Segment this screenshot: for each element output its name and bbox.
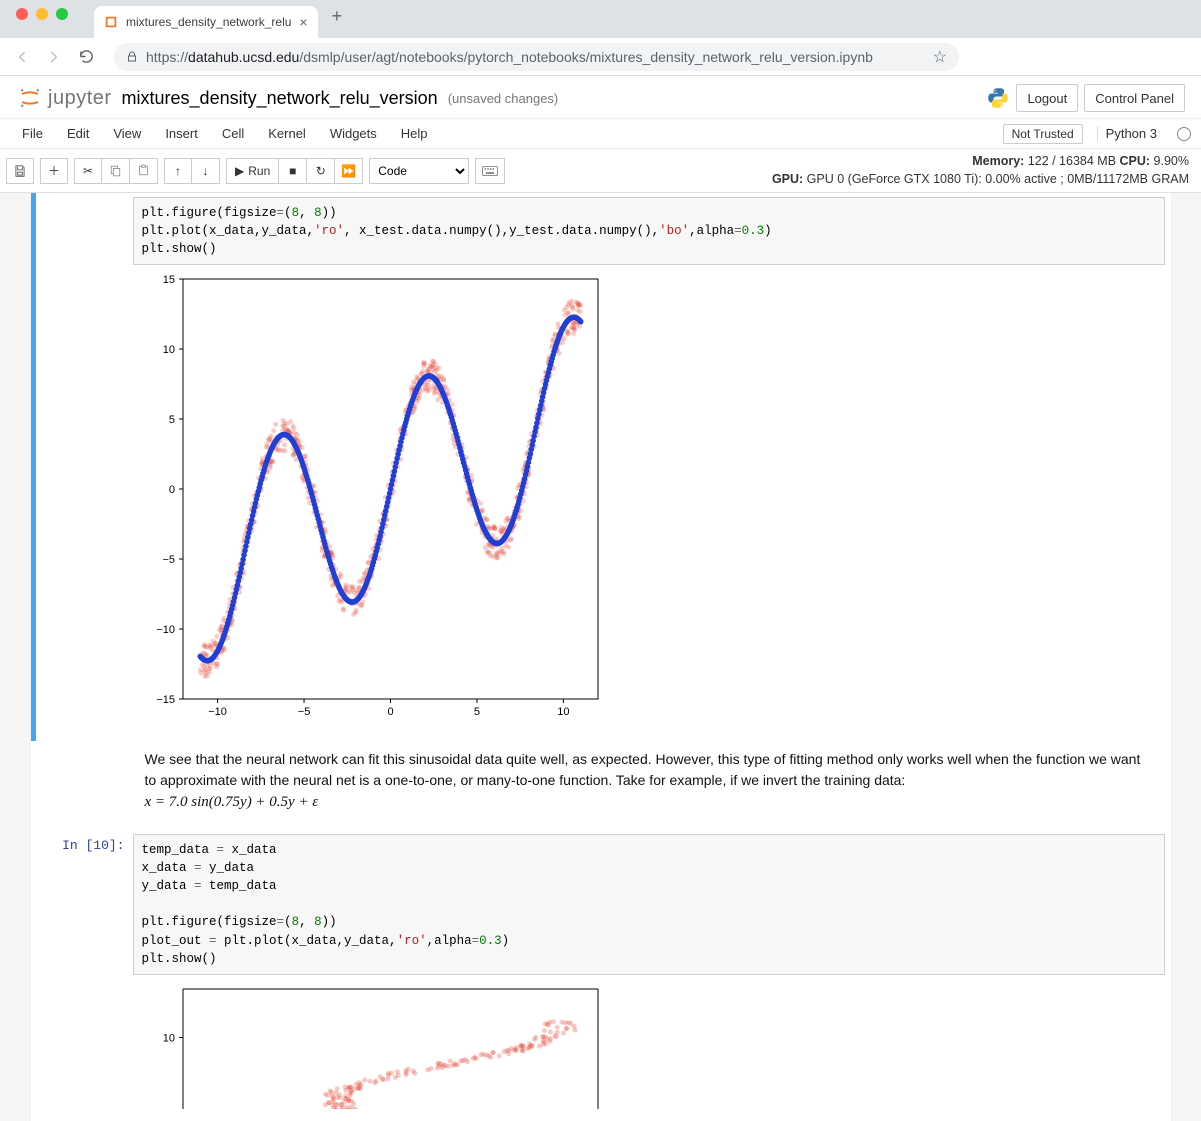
svg-text:10: 10: [162, 1032, 174, 1044]
arrow-right-icon: [45, 48, 63, 66]
output-plot-1: −10 −5 0 5 10 −15 −10 −5 0 5 10 15: [133, 269, 608, 729]
arrow-up-icon: ↑: [175, 164, 181, 178]
save-status: (unsaved changes): [448, 91, 559, 106]
menu-insert[interactable]: Insert: [153, 119, 210, 148]
code-input[interactable]: plt.figure(figsize=(8, 8)) plt.plot(x_da…: [133, 197, 1165, 265]
copy-icon: [109, 164, 122, 177]
save-button[interactable]: [6, 158, 34, 184]
stop-icon: ■: [289, 164, 296, 178]
svg-text:5: 5: [168, 414, 174, 426]
browser-tab[interactable]: mixtures_density_network_relu ×: [94, 6, 318, 38]
run-label: Run: [248, 164, 270, 178]
resource-usage: Memory: 122 / 16384 MB CPU: 9.90% GPU: G…: [772, 153, 1195, 188]
back-button[interactable]: [8, 43, 36, 71]
keyboard-icon: [482, 165, 498, 177]
browser-tab-strip: mixtures_density_network_relu × +: [0, 0, 1201, 38]
copy-button[interactable]: [102, 158, 130, 184]
menubar: File Edit View Insert Cell Kernel Widget…: [0, 119, 1201, 149]
output-prompt: [37, 975, 133, 1117]
python-logo-icon: [986, 86, 1010, 110]
input-prompt: [37, 197, 133, 265]
menu-help[interactable]: Help: [389, 119, 440, 148]
math-formula: x = 7.0 sin(0.75y) + 0.5y + ε: [145, 791, 1153, 814]
tab-title: mixtures_density_network_relu: [126, 15, 291, 29]
code-input[interactable]: temp_data = x_data x_data = y_data y_dat…: [133, 834, 1165, 975]
svg-text:−10: −10: [208, 706, 227, 718]
markdown-text: We see that the neural network can fit t…: [145, 751, 1141, 788]
menu-file[interactable]: File: [10, 119, 55, 148]
svg-text:10: 10: [557, 706, 569, 718]
move-up-button[interactable]: ↑: [164, 158, 192, 184]
svg-text:−5: −5: [162, 554, 175, 566]
menu-widgets[interactable]: Widgets: [318, 119, 389, 148]
kernel-name[interactable]: Python 3: [1097, 126, 1165, 141]
address-bar-row: https://datahub.ucsd.edu/dsmlp/user/agt/…: [0, 38, 1201, 76]
menu-edit[interactable]: Edit: [55, 119, 101, 148]
move-down-button[interactable]: ↓: [192, 158, 220, 184]
scissors-icon: ✂: [83, 164, 93, 178]
arrow-down-icon: ↓: [203, 164, 209, 178]
interrupt-button[interactable]: ■: [279, 158, 307, 184]
command-palette-button[interactable]: [475, 158, 505, 184]
url-field[interactable]: https://datahub.ucsd.edu/dsmlp/user/agt/…: [114, 43, 959, 71]
control-panel-button[interactable]: Control Panel: [1084, 84, 1185, 112]
paste-button[interactable]: [130, 158, 158, 184]
restart-icon: ↻: [316, 164, 326, 178]
cell-type-select[interactable]: Code: [369, 158, 469, 184]
svg-text:0: 0: [168, 484, 174, 496]
menu-cell[interactable]: Cell: [210, 119, 256, 148]
minimize-window-button[interactable]: [36, 8, 48, 20]
output-plot-2: 10: [133, 979, 608, 1109]
jupyter-favicon: [104, 15, 118, 29]
code-cell[interactable]: In [10]: temp_data = x_data x_data = y_d…: [31, 830, 1171, 1121]
svg-text:15: 15: [162, 274, 174, 286]
reload-button[interactable]: [72, 43, 100, 71]
restart-run-all-button[interactable]: ⏩: [335, 158, 363, 184]
close-tab-icon[interactable]: ×: [299, 14, 307, 30]
notebook-name[interactable]: mixtures_density_network_relu_version: [122, 88, 438, 109]
restart-button[interactable]: ↻: [307, 158, 335, 184]
run-button[interactable]: ▶ Run: [226, 158, 279, 184]
toolbar: ＋ ✂ ↑ ↓ ▶ Run ■ ↻ ⏩ Code Memory: 122 / 16…: [0, 149, 1201, 193]
close-window-button[interactable]: [16, 8, 28, 20]
svg-text:5: 5: [473, 706, 479, 718]
jupyter-logo-text: jupyter: [48, 87, 112, 110]
new-tab-button[interactable]: +: [318, 6, 357, 33]
svg-text:10: 10: [162, 344, 174, 356]
plus-icon: ＋: [48, 162, 60, 179]
run-icon: ▶: [235, 164, 244, 178]
menu-view[interactable]: View: [101, 119, 153, 148]
kernel-status-icon: [1177, 127, 1191, 141]
code-cell-selected[interactable]: plt.figure(figsize=(8, 8)) plt.plot(x_da…: [31, 193, 1171, 741]
output-prompt: [37, 265, 133, 737]
cut-button[interactable]: ✂: [74, 158, 102, 184]
svg-text:0: 0: [387, 706, 393, 718]
markdown-cell[interactable]: We see that the neural network can fit t…: [31, 741, 1171, 830]
jupyter-logo[interactable]: jupyter: [16, 84, 112, 112]
reload-icon: [78, 48, 95, 65]
fast-forward-icon: ⏩: [341, 164, 356, 178]
trust-button[interactable]: Not Trusted: [1003, 124, 1083, 144]
bookmark-star-icon[interactable]: ☆: [933, 47, 947, 67]
menu-kernel[interactable]: Kernel: [256, 119, 318, 148]
jupyter-logo-icon: [16, 84, 44, 112]
input-prompt: In [10]:: [37, 834, 133, 975]
lock-icon: [126, 51, 138, 63]
maximize-window-button[interactable]: [56, 8, 68, 20]
svg-text:−15: −15: [156, 694, 175, 706]
svg-text:−5: −5: [297, 706, 310, 718]
svg-text:−10: −10: [156, 624, 175, 636]
forward-button[interactable]: [40, 43, 68, 71]
logout-button[interactable]: Logout: [1016, 84, 1078, 112]
url-text: https://datahub.ucsd.edu/dsmlp/user/agt/…: [146, 49, 925, 65]
add-cell-button[interactable]: ＋: [40, 158, 68, 184]
arrow-left-icon: [13, 48, 31, 66]
save-icon: [13, 164, 27, 178]
paste-icon: [137, 164, 150, 177]
window-controls: [8, 8, 76, 30]
jupyter-header: jupyter mixtures_density_network_relu_ve…: [0, 76, 1201, 119]
